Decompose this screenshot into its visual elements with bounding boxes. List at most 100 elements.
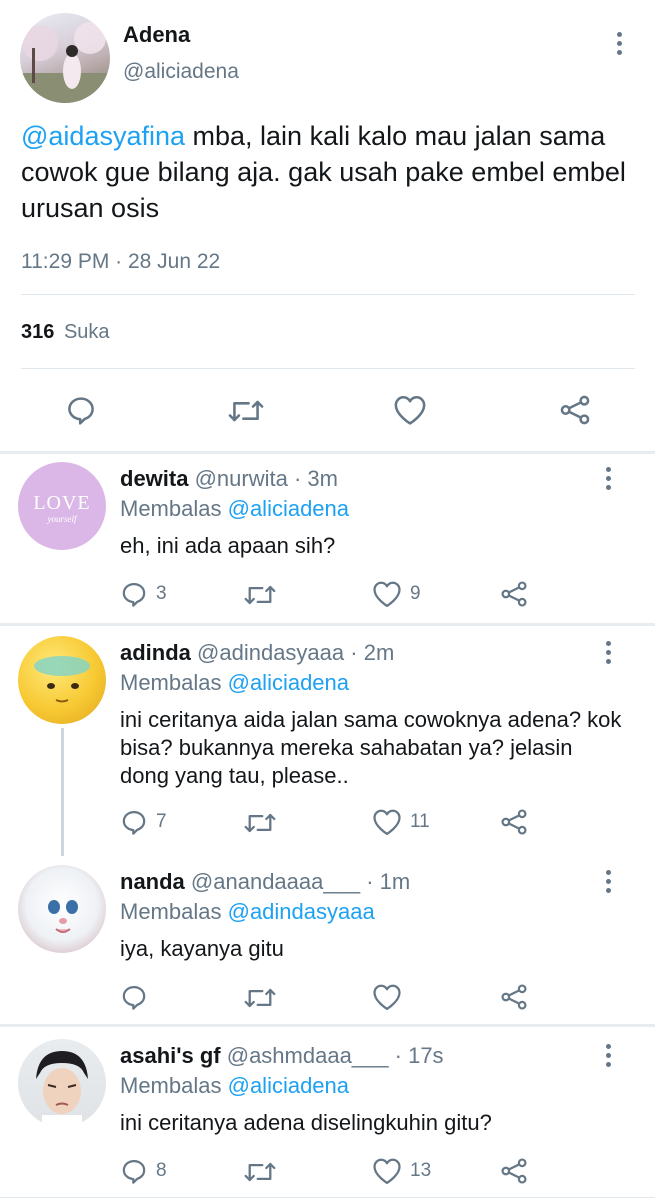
avatar-character — [48, 900, 78, 933]
more-vertical-icon[interactable] — [598, 637, 618, 667]
share-icon — [501, 809, 527, 835]
more-vertical-icon[interactable] — [598, 463, 618, 493]
reply-author-handle[interactable]: @ashmdaaa___ — [227, 1043, 389, 1068]
retweet-icon — [244, 988, 276, 1008]
share-button[interactable] — [558, 394, 592, 426]
author-handle[interactable]: @aliciadena — [123, 60, 239, 84]
more-vertical-icon[interactable] — [609, 28, 629, 58]
share-button[interactable] — [499, 983, 529, 1011]
more-vertical-icon[interactable] — [598, 1040, 618, 1070]
reply-author-handle[interactable]: @anandaaaa___ — [191, 869, 360, 894]
reply-time: · 2m — [350, 640, 395, 665]
like-button[interactable]: 9 — [372, 580, 421, 608]
reply-icon — [122, 810, 146, 835]
retweet-icon — [228, 400, 264, 422]
reply-button[interactable] — [65, 394, 97, 426]
replying-to-link[interactable]: @aliciadena — [228, 670, 349, 695]
reply-text: eh, ini ada apaan sih? — [120, 533, 336, 558]
share-button[interactable] — [499, 808, 529, 836]
reply-author-name[interactable]: nanda — [120, 869, 185, 894]
avatar-photo — [20, 22, 110, 103]
reply-author-name[interactable]: dewita — [120, 466, 188, 491]
replying-label: Membalas — [120, 1073, 222, 1098]
reply-icon — [122, 582, 146, 607]
reply-author-name[interactable]: adinda — [120, 640, 191, 665]
section-divider — [0, 623, 655, 626]
like-count: 9 — [410, 583, 421, 604]
reply-button[interactable]: 7 — [120, 808, 167, 836]
retweet-icon — [244, 585, 276, 605]
share-icon — [501, 581, 527, 607]
thread-line — [61, 728, 64, 856]
tweet-text: @aidasyafina mba, lain kali kalo mau jal… — [21, 118, 636, 226]
reply-time: · 17s — [394, 1043, 444, 1068]
replying-to: Membalas @aliciadena — [120, 669, 349, 696]
more-vertical-icon[interactable] — [598, 866, 618, 896]
section-divider — [0, 1024, 655, 1027]
replying-to-link[interactable]: @adindasyaaa — [228, 899, 375, 924]
avatar-love-subtext: yourself — [47, 514, 77, 524]
share-button[interactable] — [499, 580, 529, 608]
replying-to: Membalas @adindasyaaa — [120, 898, 375, 925]
reply-text: ini ceritanya aida jalan sama cowoknya a… — [120, 707, 622, 788]
likes-label: Suka — [63, 321, 110, 343]
like-count: 11 — [410, 811, 430, 832]
retweet-button[interactable] — [244, 1159, 284, 1185]
like-icon — [373, 984, 401, 1010]
reply-text: iya, kayanya gitu — [120, 936, 284, 961]
share-icon — [501, 1158, 527, 1184]
retweet-button[interactable] — [244, 985, 284, 1011]
reply-time: · 3m — [293, 466, 338, 491]
replying-to-link[interactable]: @aliciadena — [228, 1073, 349, 1098]
reply-author-handle[interactable]: @nurwita — [195, 466, 288, 491]
like-button[interactable] — [372, 983, 410, 1011]
avatar[interactable] — [18, 636, 106, 724]
reply-count: 7 — [156, 811, 167, 832]
retweet-icon — [244, 1162, 276, 1182]
reply-author-name[interactable]: asahi's gf — [120, 1043, 221, 1068]
reply-header: nanda @anandaaaa___ · 1m — [120, 869, 410, 895]
reply-count: 3 — [156, 583, 167, 604]
divider — [21, 368, 635, 369]
replying-label: Membalas — [120, 670, 222, 695]
like-icon — [373, 809, 401, 835]
section-divider — [0, 451, 655, 454]
avatar-love-text: LOVE — [33, 492, 91, 514]
reply-time: · 1m — [366, 869, 411, 894]
retweet-button[interactable] — [244, 810, 284, 836]
avatar[interactable]: LOVE yourself — [18, 462, 106, 550]
mention-link[interactable]: @aidasyafina — [21, 121, 185, 151]
replying-to: Membalas @aliciadena — [120, 1072, 349, 1099]
avatar[interactable] — [18, 1039, 106, 1127]
likes-stat[interactable]: 316 Suka — [21, 321, 110, 344]
share-button[interactable] — [499, 1157, 529, 1185]
tweet-timestamp[interactable]: 11:29 PM · 28 Jun 22 — [21, 250, 220, 274]
reply-header: asahi's gf @ashmdaaa___ · 17s — [120, 1043, 444, 1069]
reply-author-handle[interactable]: @adindasyaaa — [197, 640, 344, 665]
retweet-button[interactable] — [244, 582, 284, 608]
author-name[interactable]: Adena — [123, 22, 190, 48]
reply-icon — [68, 397, 94, 425]
replying-to: Membalas @aliciadena — [120, 495, 349, 522]
reply-header: adinda @adindasyaaa · 2m — [120, 640, 394, 666]
like-button[interactable]: 13 — [372, 1157, 431, 1185]
likes-count: 316 — [21, 321, 55, 343]
share-icon — [560, 395, 590, 425]
reply-button[interactable]: 3 — [120, 580, 167, 608]
like-button[interactable] — [393, 394, 427, 426]
avatar[interactable] — [18, 865, 106, 953]
like-count: 13 — [410, 1160, 432, 1181]
like-button[interactable]: 11 — [372, 808, 430, 836]
like-icon — [373, 1158, 401, 1184]
reply-button[interactable] — [120, 983, 156, 1011]
reply-button[interactable]: 8 — [120, 1157, 167, 1185]
retweet-button[interactable] — [228, 396, 264, 426]
share-icon — [501, 984, 527, 1010]
like-icon — [394, 395, 426, 425]
replying-to-link[interactable]: @aliciadena — [228, 496, 349, 521]
retweet-icon — [244, 813, 276, 833]
reply-text: ini ceritanya adena diselingkuhin gitu? — [120, 1110, 492, 1135]
reply-count: 8 — [156, 1160, 167, 1181]
reply-header: dewita @nurwita · 3m — [120, 466, 338, 492]
avatar[interactable] — [20, 13, 110, 103]
